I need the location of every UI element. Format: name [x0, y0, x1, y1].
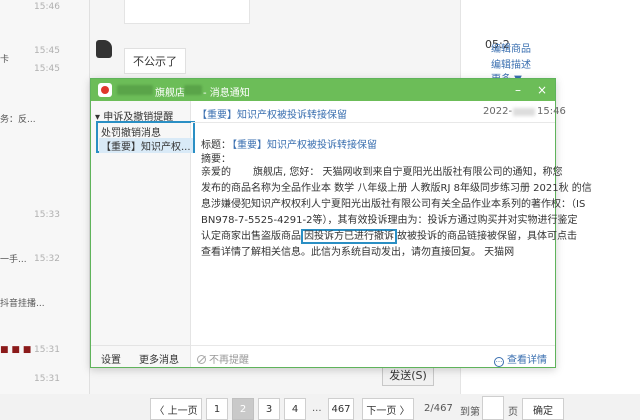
view-detail-label: 查看详情	[507, 355, 547, 366]
edit-description-link[interactable]: 编辑描述	[491, 56, 531, 71]
prev-page-button[interactable]: 〈 上一页	[150, 398, 202, 420]
avatar	[96, 40, 112, 58]
mute-bell-icon	[197, 355, 206, 364]
body-line: 查看详情了解相关信息。此信为系统自动发出，请勿直接回复。 天猫网	[201, 247, 515, 258]
tmall-logo-icon	[98, 83, 112, 97]
chat-timestamps: 15:46 15:45 15:45 15:33 15:32 15:31 15:3…	[34, 0, 66, 420]
page-unit-label: 页	[508, 407, 518, 418]
close-icon[interactable]: ×	[537, 82, 547, 98]
timestamp: 15:31	[34, 345, 60, 355]
redacted-date	[513, 108, 535, 116]
body-text: 故被投诉的商品链接被保留，具体可点击	[397, 231, 577, 242]
page-button[interactable]: 1	[206, 398, 228, 420]
page-status: 2/467	[424, 403, 453, 414]
timestamp: 15:32	[34, 254, 60, 264]
goto-label: 到第	[460, 407, 480, 418]
chat-bubble: 不公示了	[124, 48, 186, 74]
no-remind-toggle[interactable]: 不再提醒	[197, 351, 249, 366]
timestamp: 15:45	[34, 46, 60, 56]
notification-window: 旗舰店 - 消息通知 – × ▾ 申诉及撤销提醒 处罚撤销消息 【重要】知识产权…	[90, 78, 592, 368]
timestamp: 15:45	[34, 64, 60, 74]
page-button[interactable]: 3	[258, 398, 280, 420]
body-text: 旗舰店, 您好： 天猫网收到来自宁夏阳光出版社有限公司的通知，称您	[253, 167, 563, 178]
timestamp: 15:31	[34, 374, 60, 384]
tree-item-penalty-revoke[interactable]: 处罚撤销消息	[101, 124, 161, 139]
pager: 〈 上一页 1 2 3 4 ... 467 下一页 〉 2/467 到第 页 确…	[0, 394, 640, 420]
message-header-title: 【重要】知识产权被投诉转接保留	[197, 110, 347, 121]
highlighted-phrase: 因投诉方已进行撤诉	[301, 229, 397, 244]
message-footer: 不再提醒 ··· 查看详情	[191, 345, 555, 367]
message-view: 【重要】知识产权被投诉转接保留 2022- 15:46 标题： 【重要】知识产权…	[191, 101, 592, 367]
contact-fragment: 务：反...	[0, 115, 36, 125]
next-page-button[interactable]: 下一页 〉	[362, 398, 414, 420]
body-text: 认定商家出售盗版商品	[201, 231, 301, 242]
body-line: 认定商家出售盗版商品 因投诉方已进行撤诉 故被投诉的商品链接被保留，具体可点击	[201, 229, 577, 245]
message-time: 15:46	[537, 106, 566, 117]
dots-circle-icon: ···	[494, 357, 504, 367]
contact-fragment: 一手...	[0, 255, 27, 265]
redacted-shop-name	[117, 85, 153, 95]
redacted-shop-name	[231, 167, 253, 177]
message-header: 【重要】知识产权被投诉转接保留 2022- 15:46	[191, 101, 566, 123]
page-number-input[interactable]	[482, 396, 504, 420]
contact-fragment: 卡	[0, 55, 10, 65]
page-button[interactable]: 4	[284, 398, 306, 420]
minimize-icon[interactable]: –	[515, 82, 521, 98]
body-text: 亲爱的	[201, 167, 231, 178]
redacted-shop-name	[184, 85, 202, 95]
body-line: 息涉嫌侵犯知识产权权利人宁夏阳光出版社有限公司有关全品作业本系列的著作权：（IS	[201, 199, 586, 210]
message-subject: 【重要】知识产权被投诉转接保留	[227, 140, 377, 151]
timestamp: 15:46	[34, 2, 60, 12]
window-title-shop: 旗舰店	[155, 88, 185, 99]
timestamp: 15:33	[34, 210, 60, 220]
view-detail-link[interactable]: ··· 查看详情	[494, 351, 547, 367]
settings-button[interactable]: 设置	[101, 351, 121, 366]
message-card	[124, 0, 250, 24]
summary-label: 摘要：	[201, 154, 231, 165]
edit-product-link[interactable]: 编辑商品	[491, 40, 531, 55]
body-line: BN978-7-5525-4291-2等），其有效投诉理由为：投诉方通过购买并对…	[201, 215, 578, 226]
confirm-button[interactable]: 确定	[522, 398, 564, 420]
emoji-icons: ■ ■ ■	[0, 345, 32, 355]
page-ellipsis: ...	[312, 403, 322, 414]
window-title: - 消息通知	[203, 88, 250, 99]
window-titlebar[interactable]: 旗舰店 - 消息通知 – ×	[91, 79, 555, 101]
message-tree: ▾ 申诉及撤销提醒 处罚撤销消息 【重要】知识产权... 设置 更多消息	[91, 101, 195, 367]
message-body: 亲爱的 旗舰店, 您好： 天猫网收到来自宁夏阳光出版社有限公司的通知，称您 发布的…	[201, 165, 592, 261]
no-remind-label: 不再提醒	[209, 355, 249, 366]
message-date: 2022-	[483, 106, 513, 117]
body-line: 亲爱的 旗舰店, 您好： 天猫网收到来自宁夏阳光出版社有限公司的通知，称您	[201, 165, 563, 181]
sidebar-footer: 设置 更多消息	[91, 345, 191, 367]
more-messages-button[interactable]: 更多消息	[139, 351, 179, 366]
page-button[interactable]: 467	[328, 398, 354, 420]
tree-item-ip-notice[interactable]: 【重要】知识产权...	[99, 138, 193, 153]
body-line: 发布的商品名称为全品作业本 数学 八年级上册 人教版RJ 8年级同步练习册 20…	[201, 183, 592, 194]
page-button-current[interactable]: 2	[232, 398, 254, 420]
